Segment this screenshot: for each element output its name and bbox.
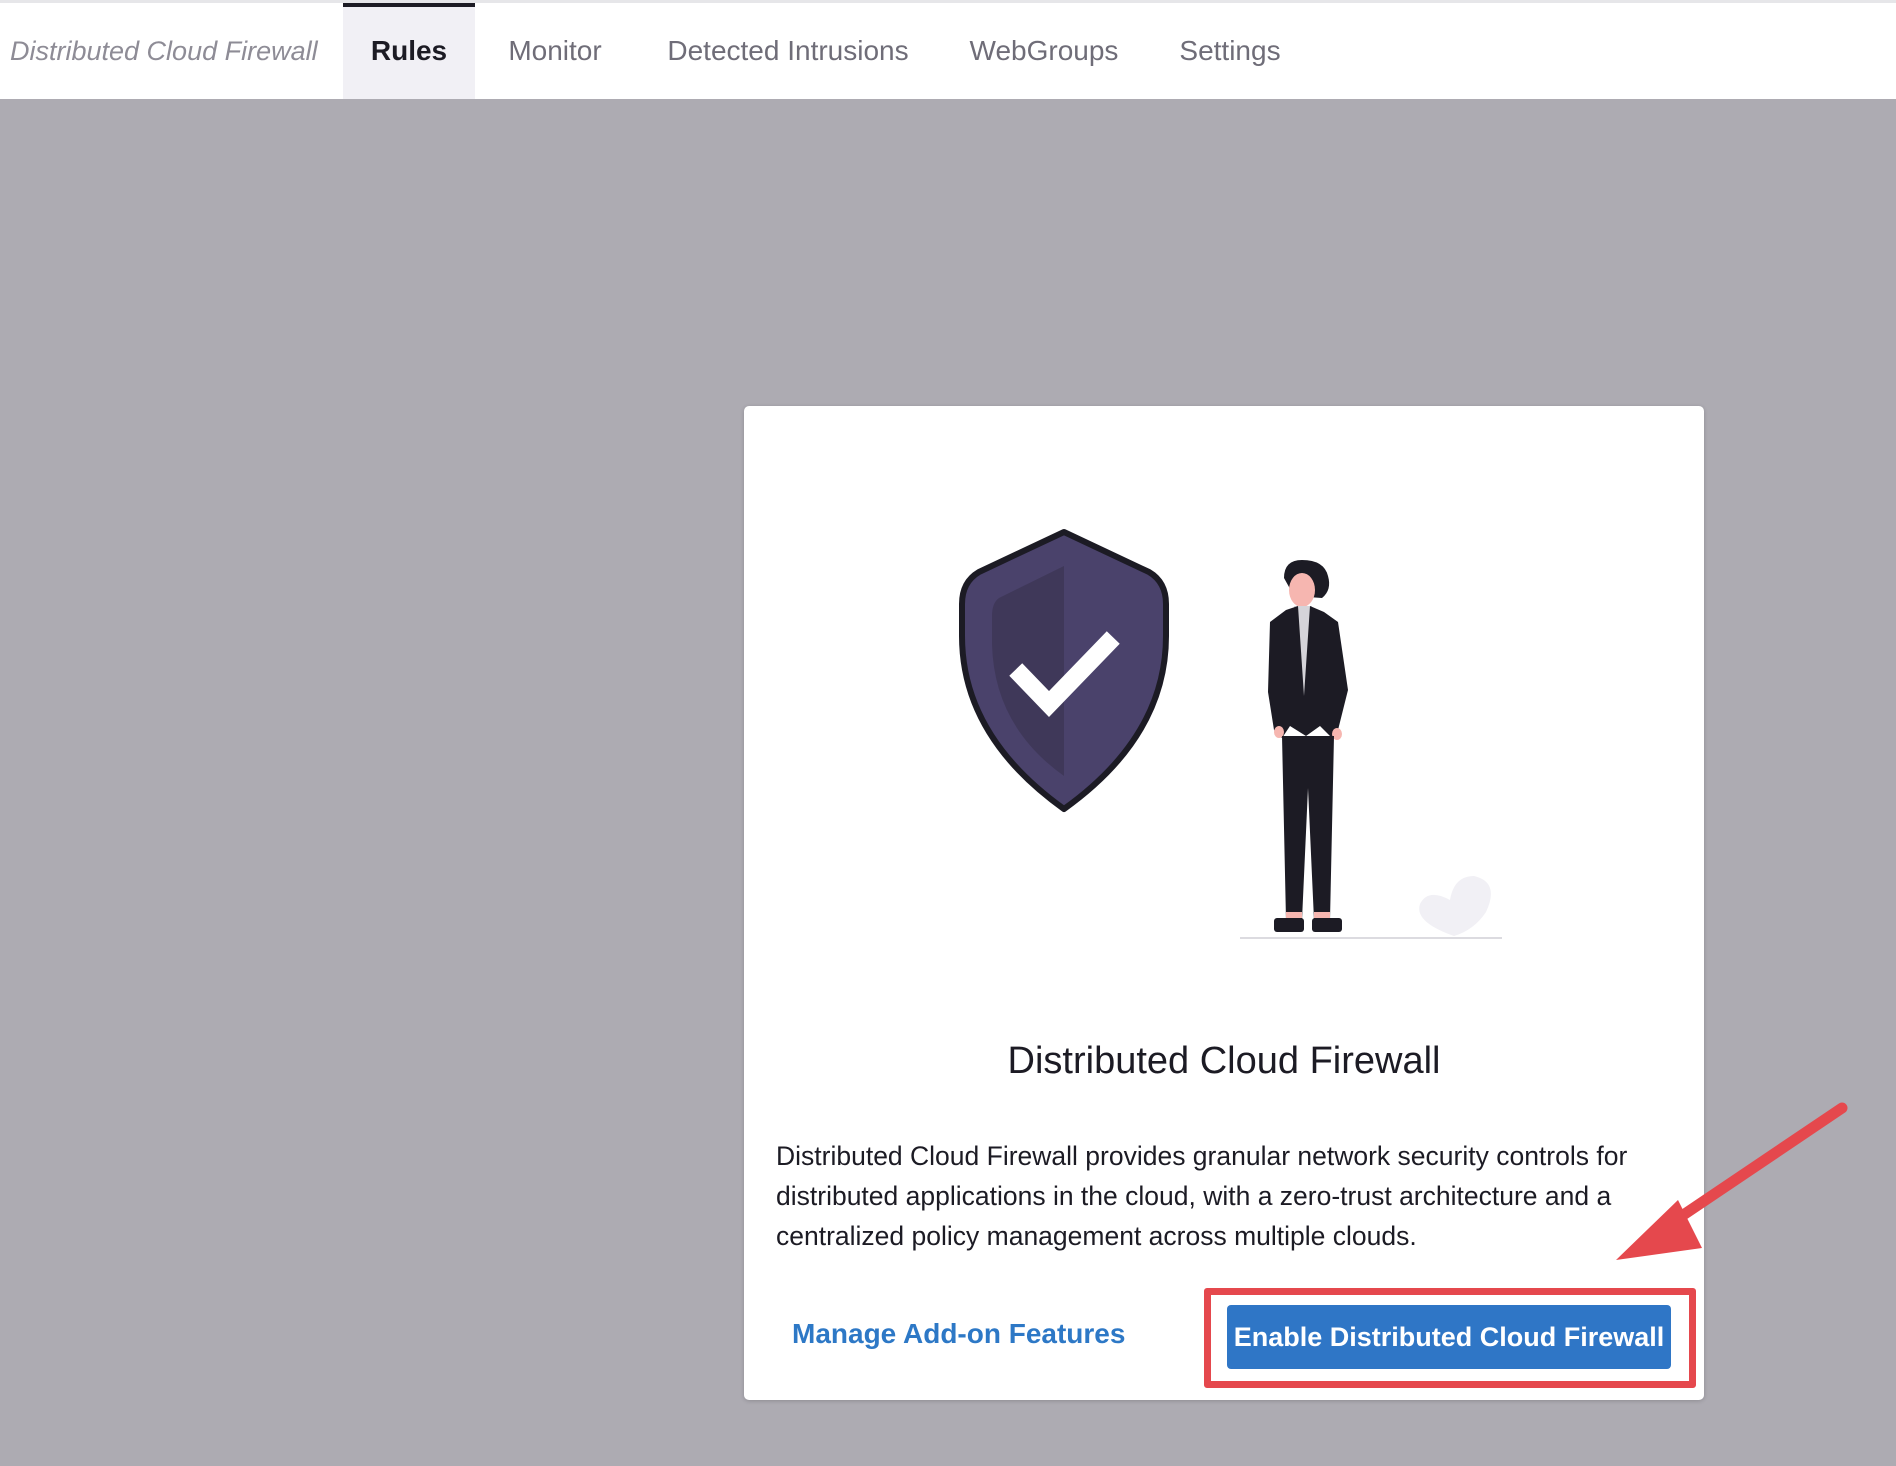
card-description: Distributed Cloud Firewall provides gran… [776, 1141, 1628, 1251]
tab-webgroups[interactable]: WebGroups [954, 3, 1134, 99]
shield-check-person-illustration [959, 529, 1502, 939]
tab-rules[interactable]: Rules [343, 3, 475, 99]
app-title: Distributed Cloud Firewall [10, 36, 318, 66]
plant-icon [1419, 876, 1491, 936]
annotation-highlight-box [1204, 1288, 1696, 1388]
tab-settings[interactable]: Settings [1160, 3, 1300, 99]
enable-feature-card: Distributed Cloud Firewall Distributed C… [744, 406, 1704, 1400]
card-title: Distributed Cloud Firewall [1007, 1040, 1441, 1082]
tab-monitor[interactable]: Monitor [475, 3, 635, 99]
manage-add-on-features-link[interactable]: Manage Add-on Features [792, 1318, 1125, 1350]
person-illustration [1268, 560, 1348, 932]
tab-detected-intrusions[interactable]: Detected Intrusions [640, 3, 936, 99]
top-nav-bar: Distributed Cloud Firewall Rules Monitor… [0, 0, 1896, 99]
page: Distributed Cloud Firewall Rules Monitor… [0, 0, 1896, 1466]
shield-icon [959, 529, 1169, 812]
annotation-arrow-icon [1616, 1102, 1848, 1260]
